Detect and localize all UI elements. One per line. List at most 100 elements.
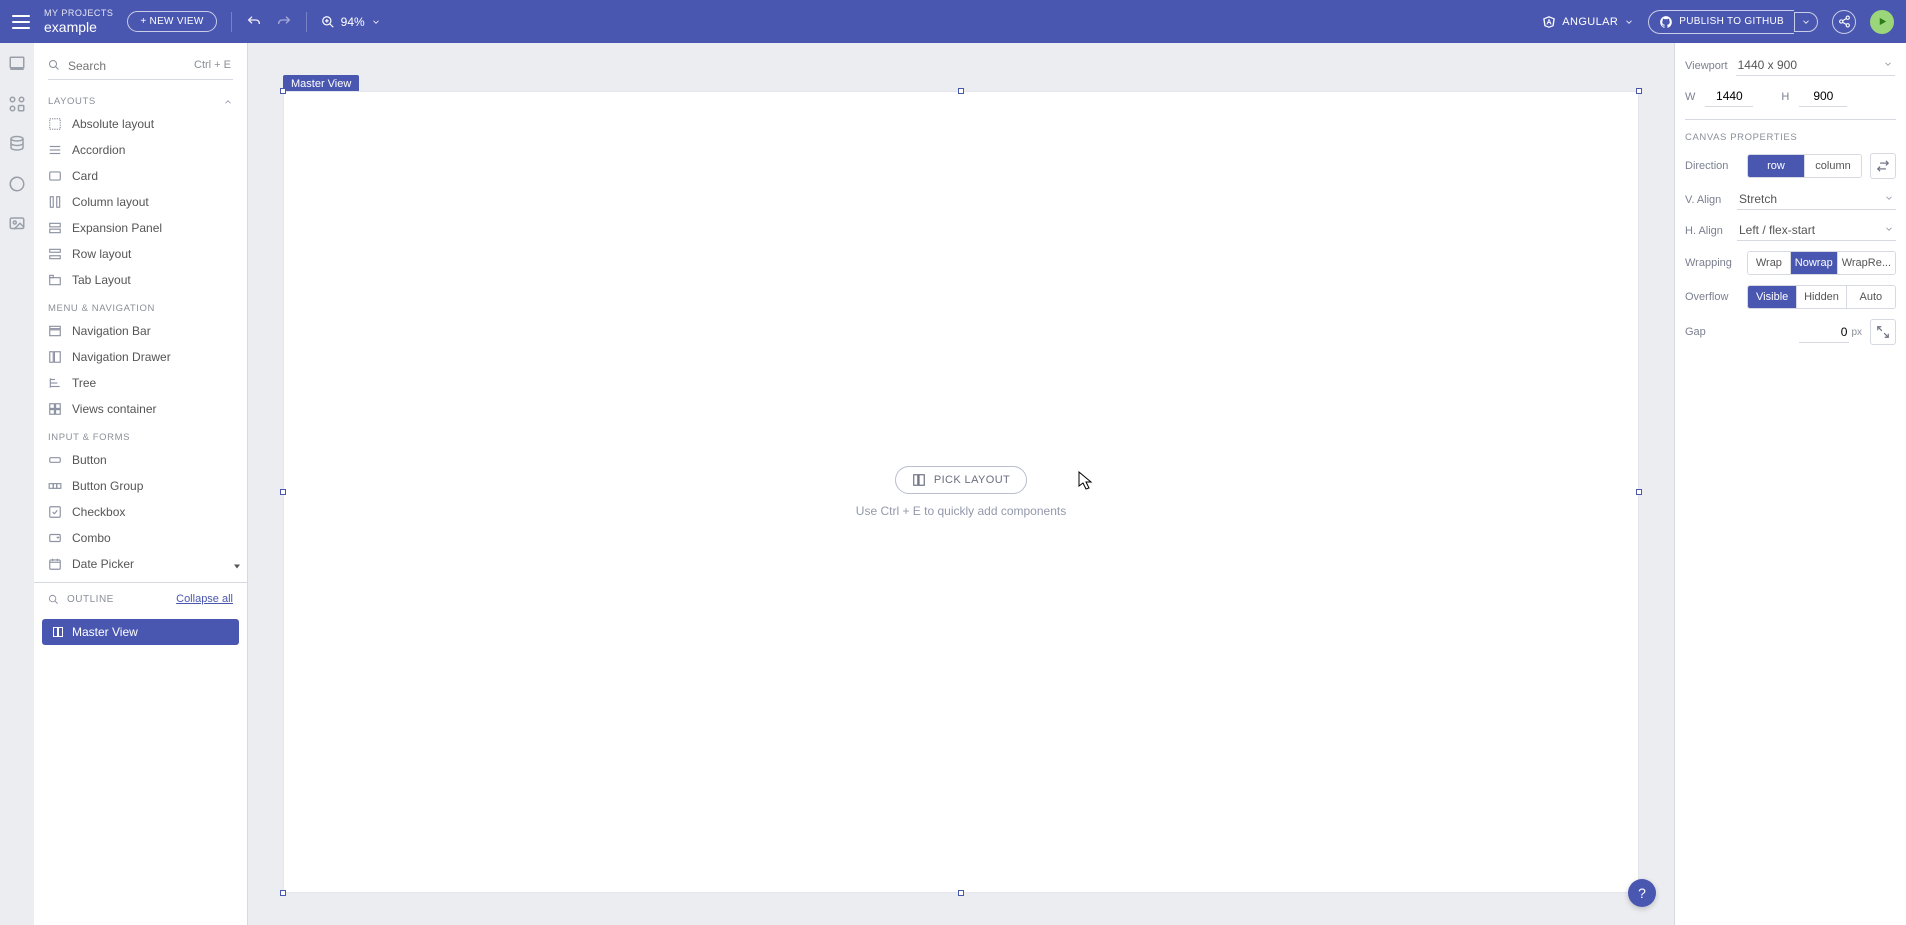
wrap-button[interactable]: Wrap — [1748, 252, 1790, 274]
share-button[interactable] — [1832, 10, 1856, 34]
chevron-down-icon — [1801, 17, 1811, 27]
overflow-hidden-button[interactable]: Hidden — [1796, 286, 1845, 308]
resize-handle-left[interactable] — [280, 489, 286, 495]
section-input-header[interactable]: INPUT & FORMS — [34, 422, 247, 447]
section-layouts-header[interactable]: LAYOUTS — [34, 86, 247, 111]
component-date-picker[interactable]: Date Picker — [34, 551, 247, 576]
section-title-text: MENU & NAVIGATION — [48, 303, 155, 314]
artboard[interactable]: PICK LAYOUT Use Ctrl + E to quickly add … — [283, 91, 1639, 893]
more-options-icon[interactable]: ⋯ — [1903, 59, 1906, 73]
component-tab-layout[interactable]: Tab Layout — [34, 267, 247, 293]
component-navigation-drawer[interactable]: Navigation Drawer — [34, 344, 247, 370]
redo-icon[interactable] — [276, 14, 292, 30]
viewport-select[interactable] — [1736, 55, 1895, 76]
wrapreverse-button[interactable]: WrapRe... — [1837, 252, 1895, 274]
component-column-layout[interactable]: Column layout — [34, 189, 247, 215]
rail-assets-icon[interactable] — [8, 215, 26, 233]
chevron-down-icon — [1624, 17, 1634, 27]
outline-header: OUTLINE Collapse all — [34, 583, 247, 615]
canvas-props-title: CANVAS PROPERTIES — [1685, 119, 1896, 143]
project-breadcrumb[interactable]: MY PROJECTS example — [44, 8, 113, 34]
resize-handle-tl[interactable] — [280, 88, 286, 94]
help-label: ? — [1638, 885, 1646, 901]
left-icon-rail — [0, 43, 34, 925]
collapse-all-link[interactable]: Collapse all — [176, 593, 233, 605]
valign-label: V. Align — [1685, 194, 1729, 206]
components-list[interactable]: LAYOUTS Absolute layout Accordion Card C… — [34, 86, 247, 576]
project-name: example — [44, 19, 113, 35]
viewport-label: Viewport — [1685, 60, 1728, 72]
help-fab[interactable]: ? — [1628, 879, 1656, 907]
component-views-container[interactable]: Views container — [34, 396, 247, 422]
width-input[interactable] — [1705, 86, 1753, 107]
wrapping-label: Wrapping — [1685, 257, 1739, 269]
swap-direction-button[interactable] — [1870, 153, 1896, 179]
gap-link-button[interactable] — [1870, 319, 1896, 345]
component-row-layout[interactable]: Row layout — [34, 241, 247, 267]
component-navigation-bar[interactable]: Navigation Bar — [34, 318, 247, 344]
publish-label: PUBLISH TO GITHUB — [1679, 16, 1784, 27]
valign-select[interactable] — [1737, 189, 1896, 210]
rail-data-icon[interactable] — [8, 135, 26, 153]
view-icon — [52, 626, 64, 638]
overflow-auto-button[interactable]: Auto — [1846, 286, 1895, 308]
rail-layers-icon[interactable] — [8, 55, 26, 73]
component-button-group[interactable]: Button Group — [34, 473, 247, 499]
height-label: H — [1781, 91, 1789, 103]
tree-item-master-view[interactable]: Master View — [42, 619, 239, 645]
direction-column-button[interactable]: column — [1804, 155, 1861, 177]
pick-layout-button[interactable]: PICK LAYOUT — [895, 466, 1027, 494]
component-absolute-layout[interactable]: Absolute layout — [34, 111, 247, 137]
zoom-control[interactable]: 94% — [321, 15, 381, 29]
direction-toggle: row column — [1747, 154, 1862, 178]
share-icon — [1838, 15, 1851, 28]
component-tree[interactable]: Tree — [34, 370, 247, 396]
search-shortcut-hint: Ctrl + E — [194, 59, 231, 71]
publish-github-button[interactable]: PUBLISH TO GITHUB — [1648, 10, 1794, 34]
resize-handle-top[interactable] — [958, 88, 964, 94]
rail-theme-icon[interactable] — [8, 175, 26, 193]
scroll-down-icon[interactable] — [231, 560, 243, 572]
undo-icon[interactable] — [246, 14, 262, 30]
canvas-hint-text: Use Ctrl + E to quickly add components — [856, 504, 1066, 518]
angular-icon — [1542, 15, 1556, 29]
github-icon — [1659, 15, 1673, 29]
component-checkbox[interactable]: Checkbox — [34, 499, 247, 525]
top-bar: MY PROJECTS example + NEW VIEW 94% ANGUL… — [0, 0, 1906, 43]
new-view-label: + NEW VIEW — [140, 16, 203, 27]
rail-components-icon[interactable] — [8, 95, 26, 113]
preview-play-button[interactable] — [1870, 10, 1894, 34]
resize-handle-bottom[interactable] — [958, 890, 964, 896]
separator — [231, 12, 232, 32]
zoom-icon — [321, 15, 335, 29]
height-input[interactable] — [1799, 86, 1847, 107]
resize-handle-bl[interactable] — [280, 890, 286, 896]
expand-icon — [1876, 325, 1890, 339]
resize-handle-tr[interactable] — [1636, 88, 1642, 94]
new-view-button[interactable]: + NEW VIEW — [127, 11, 216, 32]
nowrap-button[interactable]: Nowrap — [1790, 252, 1837, 274]
section-title-text: INPUT & FORMS — [48, 432, 130, 443]
gap-unit: px — [1851, 327, 1862, 338]
resize-handle-right[interactable] — [1636, 489, 1642, 495]
chevron-down-icon — [371, 17, 381, 27]
projects-label: MY PROJECTS — [44, 8, 113, 18]
component-expansion-panel[interactable]: Expansion Panel — [34, 215, 247, 241]
publish-dropdown-button[interactable] — [1794, 12, 1818, 32]
outline-title: OUTLINE — [67, 594, 114, 605]
component-button[interactable]: Button — [34, 447, 247, 473]
component-combo[interactable]: Combo — [34, 525, 247, 551]
component-card[interactable]: Card — [34, 163, 247, 189]
section-menu-header[interactable]: MENU & NAVIGATION — [34, 293, 247, 318]
direction-row-button[interactable]: row — [1748, 155, 1804, 177]
component-accordion[interactable]: Accordion — [34, 137, 247, 163]
menu-hamburger-icon[interactable] — [12, 15, 30, 29]
separator — [306, 12, 307, 32]
overflow-visible-button[interactable]: Visible — [1748, 286, 1796, 308]
halign-select[interactable] — [1737, 220, 1896, 241]
search-icon — [48, 594, 59, 605]
framework-select[interactable]: ANGULAR — [1542, 15, 1634, 29]
gap-input[interactable] — [1799, 322, 1849, 343]
layout-icon — [912, 473, 926, 487]
canvas-area[interactable]: Master View PICK LAYOUT Use Ctrl + E to … — [248, 43, 1674, 925]
